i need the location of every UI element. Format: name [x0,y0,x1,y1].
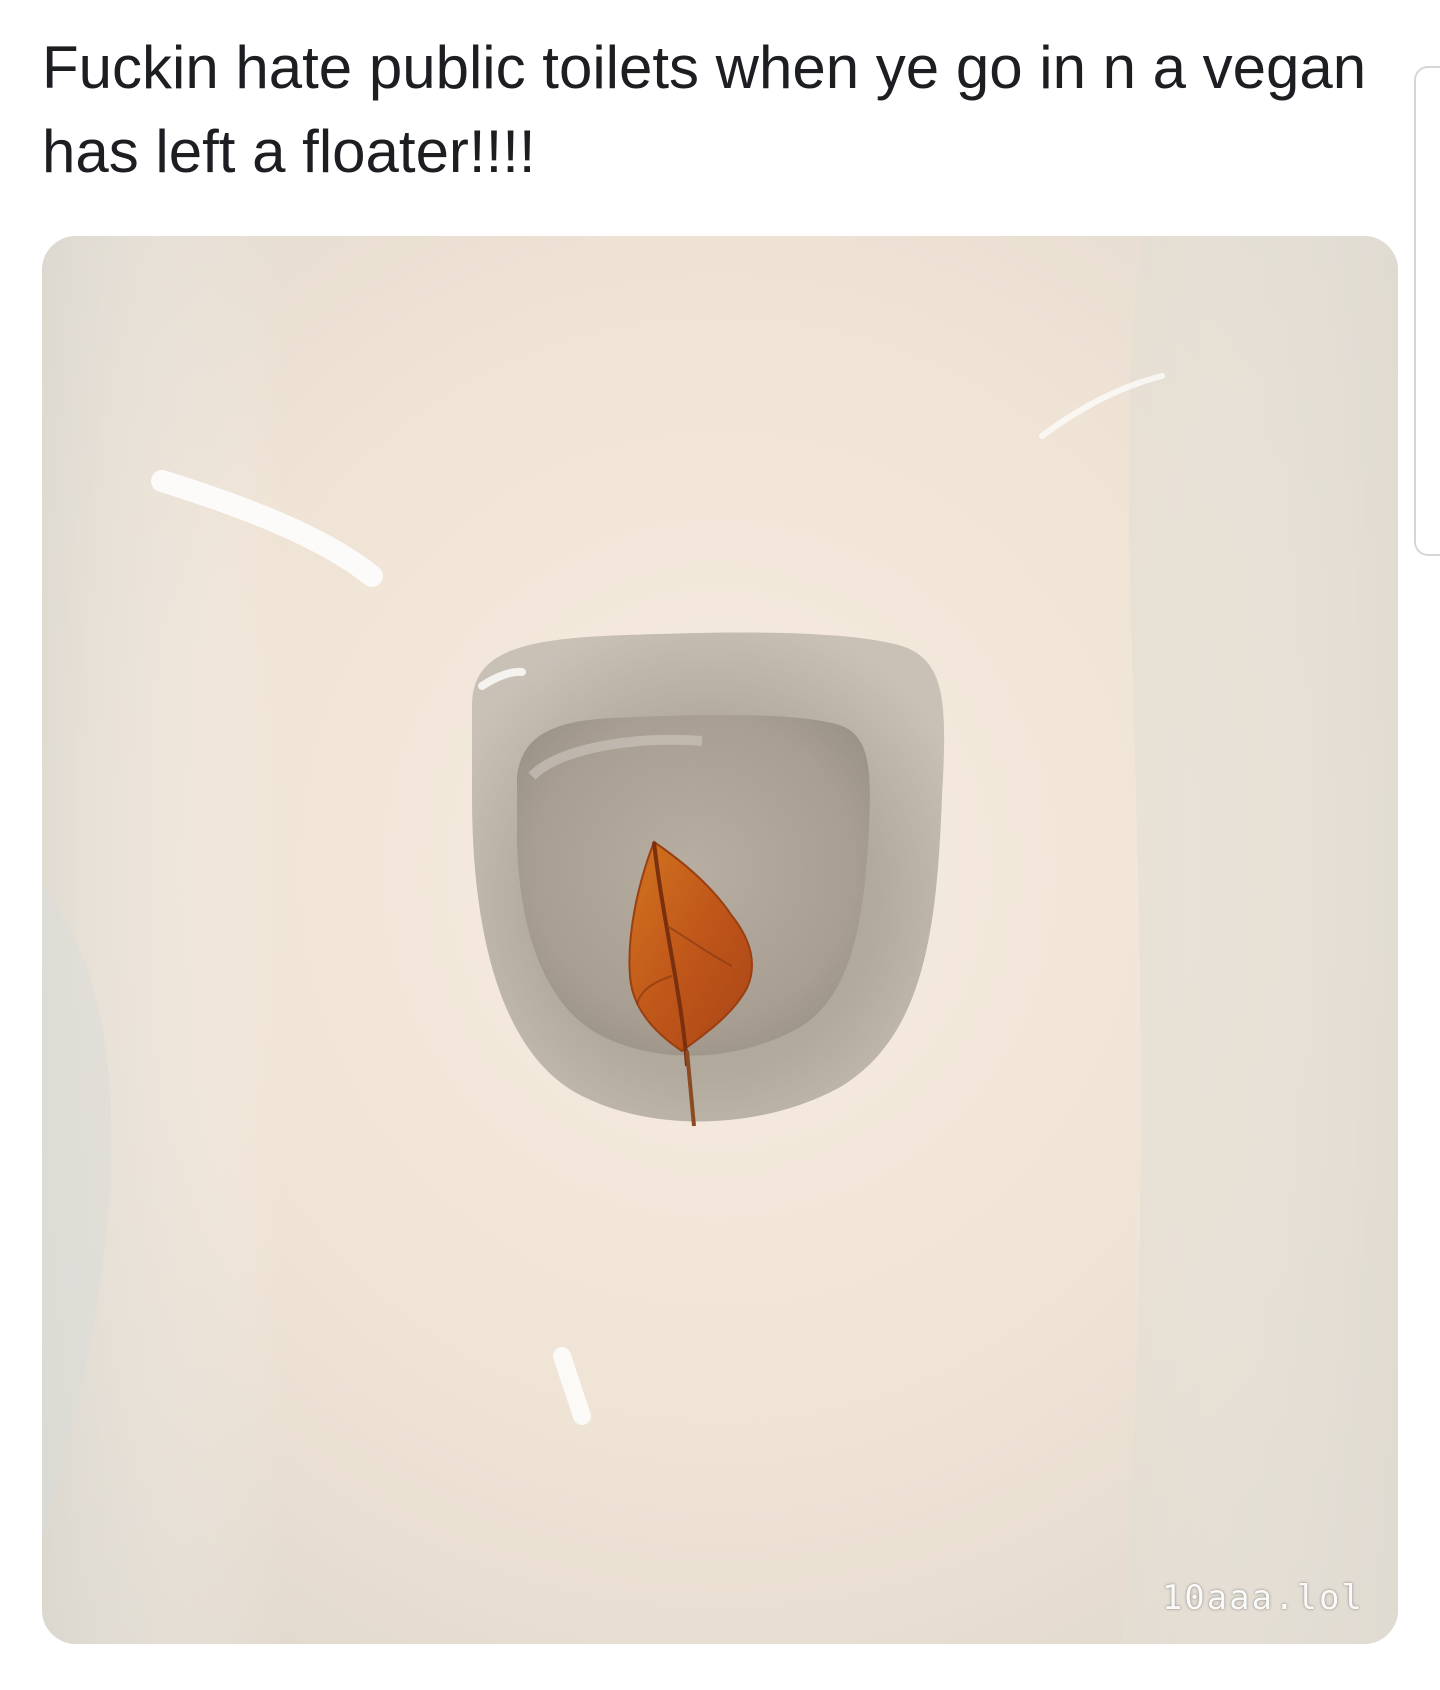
toilet-bowl-photo [42,236,1398,1644]
post-text: Fuckin hate public toilets when ye go in… [42,34,1383,185]
watermark: 10aaa.lol [1161,1578,1364,1618]
post-image[interactable]: 10aaa.lol [42,236,1398,1644]
scrollbar[interactable] [1414,66,1440,556]
